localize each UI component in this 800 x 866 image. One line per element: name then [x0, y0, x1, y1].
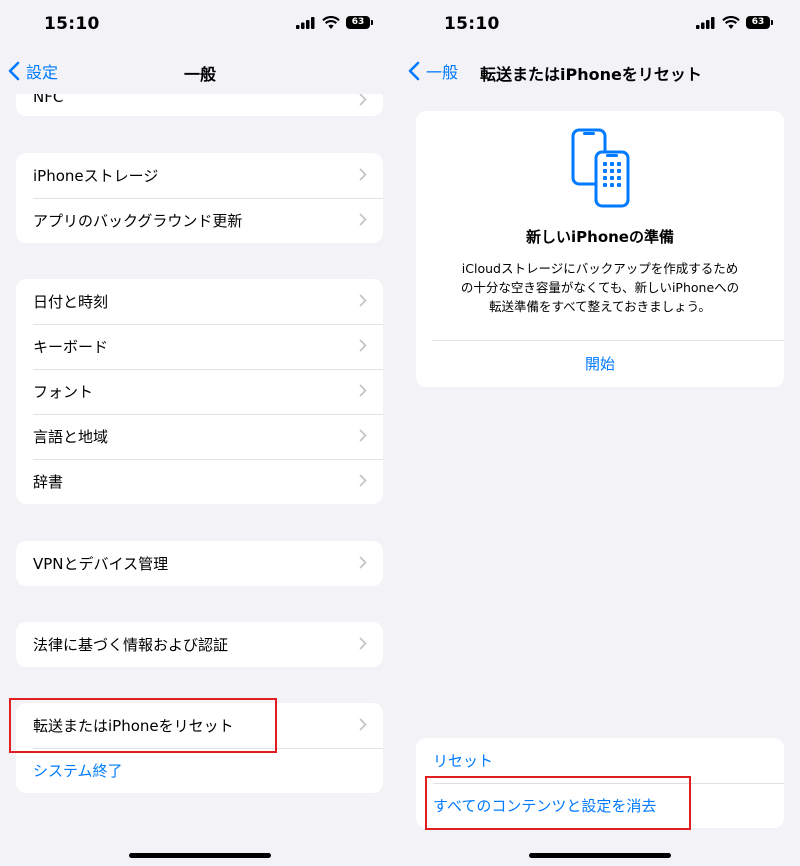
- page-title: 一般: [183, 65, 216, 84]
- phone-transfer-icon: [571, 128, 630, 208]
- highlight-box: [9, 698, 277, 753]
- wifi-icon: [722, 16, 740, 29]
- battery-level: 63: [351, 17, 365, 27]
- settings-group-locale: 日付と時刻 キーボード フォント 言語と地域 辞書: [16, 279, 383, 504]
- chevron-right-icon: [359, 384, 367, 397]
- settings-item-label: 言語と地域: [33, 428, 109, 446]
- settings-item-date-time[interactable]: 日付と時刻: [16, 279, 383, 324]
- settings-item-background-refresh[interactable]: アプリのバックグラウンド更新: [16, 198, 383, 243]
- transfer-reset-screen: 15:10 63 一般 転送またはiPhoneをリセット 新しいiPhoneの準…: [400, 0, 800, 866]
- status-icons: 63: [696, 16, 773, 29]
- settings-group-legal: 法律に基づく情報および認証: [16, 622, 383, 667]
- chevron-right-icon: [359, 168, 367, 181]
- chevron-right-icon: [359, 213, 367, 226]
- reset-label: リセット: [433, 752, 494, 770]
- card-description-line: iCloudストレージにバックアップを作成するため: [461, 261, 739, 276]
- nav-bar: 設定 一般: [0, 50, 400, 94]
- status-time: 15:10: [444, 14, 500, 34]
- home-indicator: [129, 853, 271, 858]
- settings-item-vpn-device-management[interactable]: VPNとデバイス管理: [16, 541, 383, 586]
- settings-item-label: 法律に基づく情報および認証: [33, 636, 229, 654]
- chevron-right-icon: [359, 93, 367, 106]
- card-title: 新しいiPhoneの準備: [526, 228, 674, 246]
- settings-item-language-region[interactable]: 言語と地域: [16, 414, 383, 459]
- settings-item-keyboard[interactable]: キーボード: [16, 324, 383, 369]
- back-button[interactable]: 一般: [408, 58, 458, 84]
- chevron-right-icon: [359, 637, 367, 650]
- shutdown-button[interactable]: システム終了: [16, 748, 383, 793]
- settings-item-label: 辞書: [33, 473, 64, 491]
- status-bar: 15:10 63: [0, 0, 400, 50]
- signal-icon: [696, 16, 715, 29]
- settings-group-vpn: VPNとデバイス管理: [16, 541, 383, 586]
- chevron-left-icon: [408, 61, 420, 81]
- settings-item-dictionary[interactable]: 辞書: [16, 459, 383, 504]
- home-indicator: [529, 853, 671, 858]
- highlight-box: [425, 776, 691, 830]
- chevron-right-icon: [359, 556, 367, 569]
- status-time: 15:10: [44, 14, 100, 34]
- divider: [432, 340, 784, 341]
- settings-item-label: アプリのバックグラウンド更新: [33, 212, 243, 230]
- shutdown-label: システム終了: [33, 762, 123, 780]
- signal-icon: [296, 16, 315, 29]
- battery-icon: 63: [346, 16, 373, 29]
- chevron-right-icon: [359, 429, 367, 442]
- start-button[interactable]: 開始: [416, 353, 784, 374]
- settings-group-storage: iPhoneストレージ アプリのバックグラウンド更新: [16, 153, 383, 243]
- chevron-right-icon: [359, 474, 367, 487]
- battery-level: 63: [751, 17, 765, 27]
- card-description-line: 転送準備をすべて整えておきましょう。: [489, 299, 711, 314]
- nav-bar: 一般 転送またはiPhoneをリセット: [400, 50, 800, 94]
- chevron-right-icon: [359, 339, 367, 352]
- card-description: iCloudストレージにバックアップを作成するため の十分な空き容量がなくても、…: [444, 259, 756, 316]
- settings-item-label: 日付と時刻: [33, 293, 109, 311]
- settings-item-label: フォント: [33, 383, 94, 401]
- back-label: 一般: [426, 63, 459, 82]
- settings-item-label: VPNとデバイス管理: [33, 555, 169, 573]
- page-title: 転送またはiPhoneをリセット: [480, 65, 702, 84]
- settings-item-fonts[interactable]: フォント: [16, 369, 383, 414]
- wifi-icon: [322, 16, 340, 29]
- card-description-line: の十分な空き容量がなくても、新しいiPhoneへの: [460, 280, 740, 295]
- chevron-right-icon: [359, 718, 367, 731]
- settings-item-label: iPhoneストレージ: [33, 167, 159, 185]
- chevron-right-icon: [359, 294, 367, 307]
- settings-item-iphone-storage[interactable]: iPhoneストレージ: [16, 153, 383, 198]
- status-bar: 15:10 63: [400, 0, 800, 50]
- general-settings-screen: 15:10 63 設定 一般 NFC 15:10 iPhoneストレージ アプリ…: [0, 0, 400, 866]
- status-icons: 63: [296, 16, 373, 29]
- prepare-new-iphone-card: 新しいiPhoneの準備 iCloudストレージにバックアップを作成するため の…: [416, 111, 784, 387]
- settings-item-label: キーボード: [33, 338, 109, 356]
- settings-item-legal-regulatory[interactable]: 法律に基づく情報および認証: [16, 622, 383, 667]
- battery-icon: 63: [746, 16, 773, 29]
